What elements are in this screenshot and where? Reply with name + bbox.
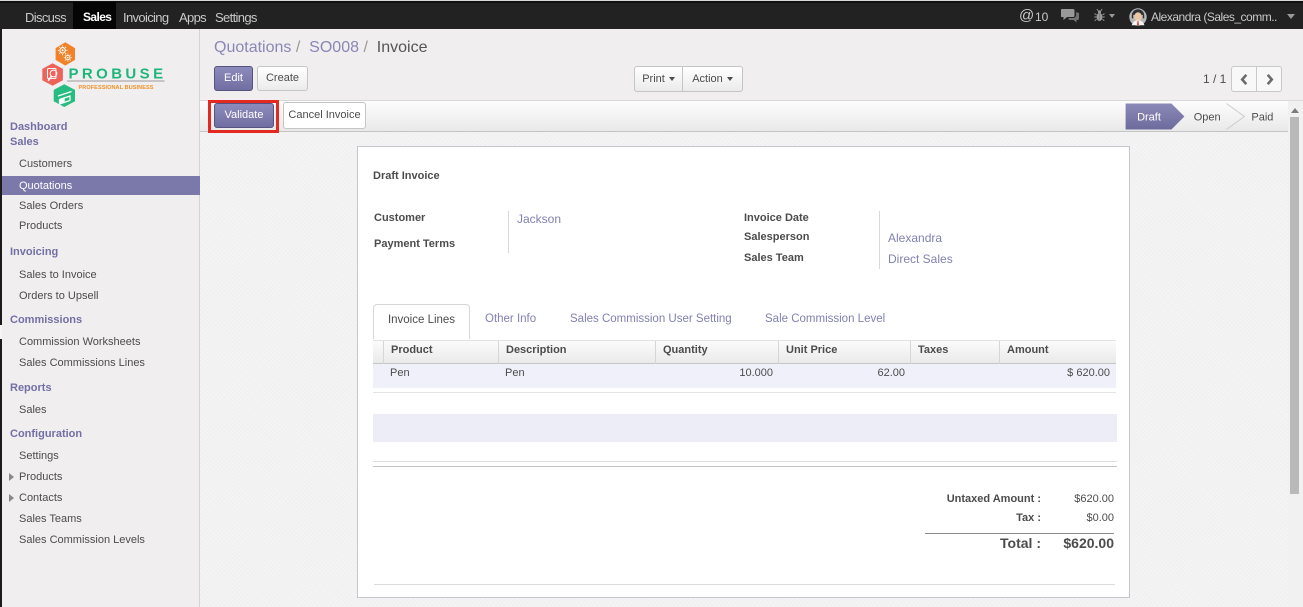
svg-text:Paid: Paid xyxy=(1251,112,1273,124)
svg-text:Open: Open xyxy=(1194,112,1221,124)
svg-text:PROFESSIONAL BUSINESS: PROFESSIONAL BUSINESS xyxy=(79,85,154,91)
svg-text:Draft: Draft xyxy=(1137,112,1161,124)
svg-text:PROBUSE: PROBUSE xyxy=(69,66,167,83)
